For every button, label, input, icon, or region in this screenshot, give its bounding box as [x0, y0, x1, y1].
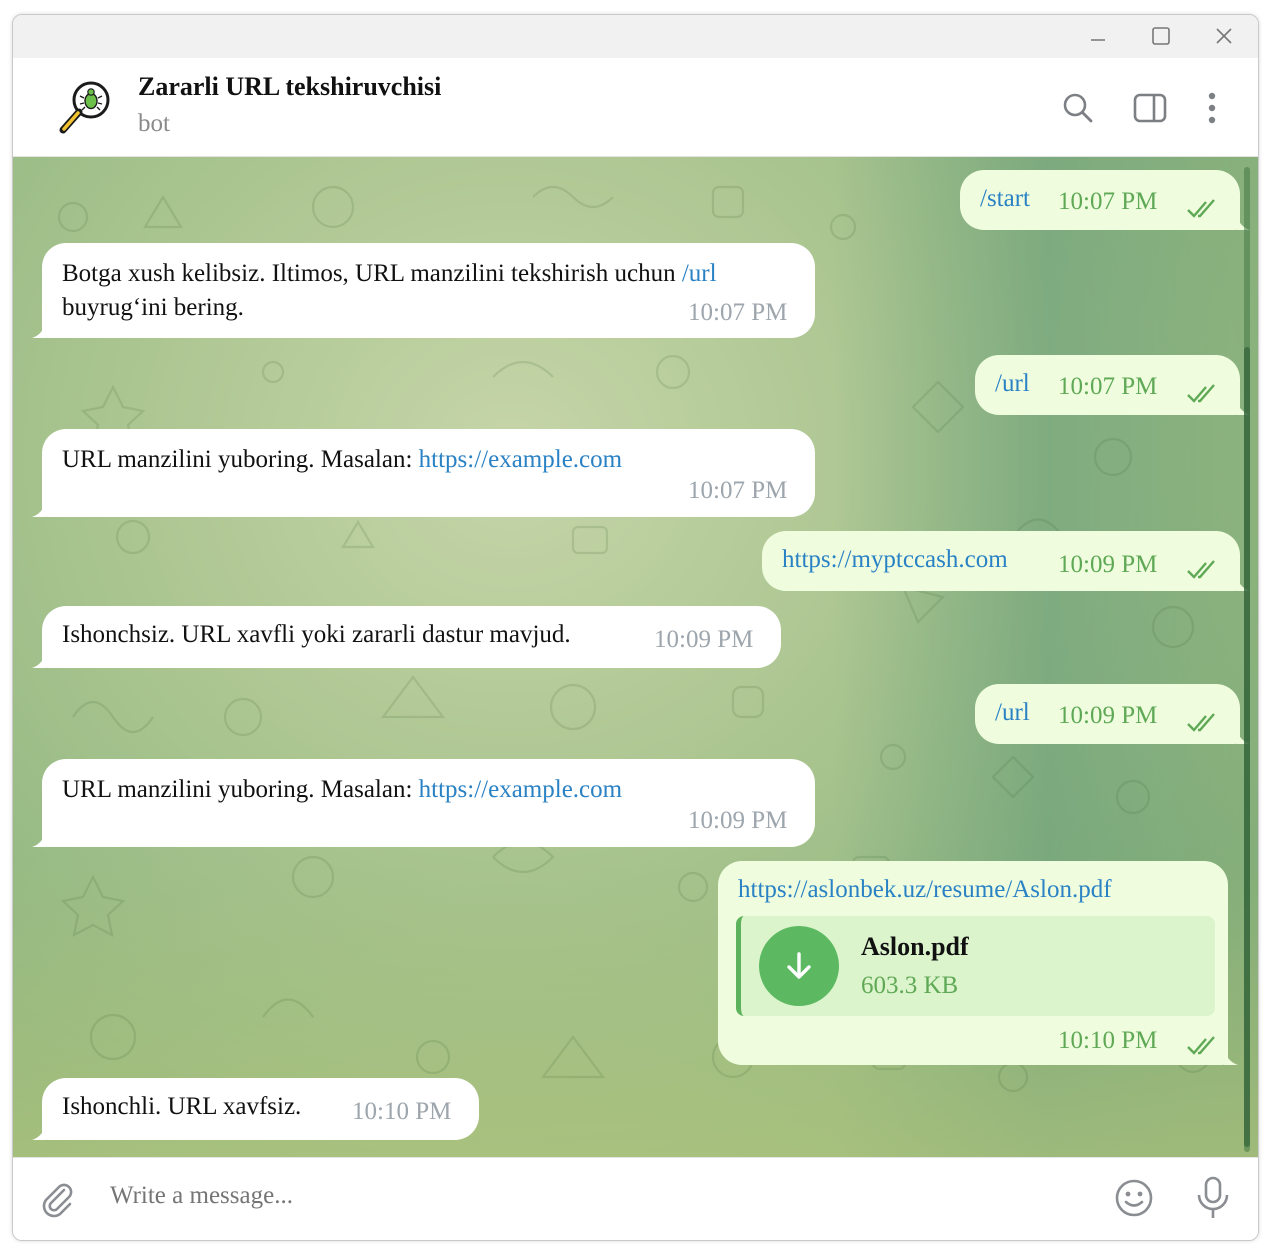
magnifier-bug-icon[interactable]: [57, 78, 117, 138]
message-time: 10:07 PM: [1058, 373, 1158, 400]
download-arrow-icon: [787, 952, 811, 979]
attach-button[interactable]: [35, 1176, 79, 1220]
file-attachment[interactable]: Aslon.pdf 603.3 KB: [736, 916, 1215, 1016]
message-text-part: buyrug‘ini bering.: [62, 294, 244, 321]
message-incoming[interactable]: URL manzilini yuboring. Masalan: https:/…: [32, 759, 815, 847]
search-icon: [1063, 93, 1093, 123]
message-time: 10:07 PM: [688, 299, 788, 326]
message-link[interactable]: https://example.com: [419, 446, 622, 473]
message-outgoing-file[interactable]: https://aslonbek.uz/resume/Aslon.pdf Asl…: [718, 861, 1238, 1065]
telegram-window: Zararli URL tekshiruvchisi bot /start 10…: [12, 14, 1259, 1241]
title-bar: [13, 15, 1258, 58]
read-checkmarks-icon: [1187, 199, 1215, 218]
emoji-button[interactable]: [1112, 1176, 1156, 1220]
read-checkmarks-icon: [1187, 713, 1215, 732]
message-time: 10:07 PM: [1058, 188, 1158, 215]
paperclip-icon: [42, 1183, 73, 1218]
message-text-part: URL manzilini yuboring. Masalan:: [62, 776, 419, 803]
message-text[interactable]: /url: [995, 367, 1030, 401]
message-composer: [13, 1157, 1258, 1240]
message-link[interactable]: https://myptccash.com: [782, 543, 1008, 577]
message-link[interactable]: https://example.com: [419, 776, 622, 803]
message-time: 10:07 PM: [688, 477, 788, 504]
sidebar-toggle-button[interactable]: [1130, 88, 1170, 128]
minimize-button[interactable]: [1083, 21, 1113, 51]
message-command-link[interactable]: /url: [682, 260, 717, 287]
emoji-icon: [1115, 1179, 1153, 1217]
microphone-icon: [1197, 1176, 1229, 1218]
message-incoming[interactable]: Ishonchli. URL xavfsiz. 10:10 PM: [32, 1078, 479, 1140]
download-button[interactable]: [759, 926, 839, 1006]
message-outgoing[interactable]: /start 10:07 PM: [960, 170, 1250, 230]
bubble-tail: [32, 320, 46, 338]
read-checkmarks-icon: [1187, 560, 1215, 579]
maximize-icon: [1152, 27, 1170, 45]
bubble-tail: [1224, 1047, 1238, 1065]
message-time: 10:09 PM: [654, 626, 754, 653]
message-time: 10:10 PM: [1058, 1027, 1158, 1054]
chat-header: Zararli URL tekshiruvchisi bot: [13, 58, 1258, 157]
message-outgoing[interactable]: /url 10:09 PM: [975, 684, 1250, 744]
scrollbar-thumb[interactable]: [1244, 347, 1250, 1147]
message-text: URL manzilini yuboring. Masalan: https:/…: [62, 773, 622, 807]
chat-history[interactable]: /start 10:07 PM Botga xush kelibsiz. Ilt…: [13, 157, 1258, 1157]
message-text-part: Botga xush kelibsiz. Iltimos, URL manzil…: [62, 260, 682, 287]
more-vertical-icon: [1208, 92, 1216, 124]
bubble-tail: [32, 499, 46, 517]
message-text: Ishonchsiz. URL xavfli yoki zararli dast…: [62, 621, 571, 648]
close-button[interactable]: [1209, 21, 1239, 51]
message-text[interactable]: /start: [980, 182, 1030, 216]
message-link[interactable]: https://aslonbek.uz/resume/Aslon.pdf: [738, 873, 1112, 907]
voice-message-button[interactable]: [1191, 1176, 1235, 1220]
message-time: 10:09 PM: [1058, 551, 1158, 578]
minimize-icon: [1091, 39, 1105, 41]
read-checkmarks-icon: [1187, 1036, 1215, 1055]
message-time: 10:09 PM: [688, 807, 788, 834]
message-time: 10:09 PM: [1058, 702, 1158, 729]
maximize-button[interactable]: [1146, 21, 1176, 51]
close-icon: [1216, 28, 1232, 44]
chat-title[interactable]: Zararli URL tekshiruvchisi: [138, 72, 441, 102]
chat-subtitle: bot: [138, 110, 170, 137]
message-outgoing[interactable]: https://myptccash.com 10:09 PM: [762, 531, 1250, 591]
read-checkmarks-icon: [1187, 384, 1215, 403]
message-time: 10:10 PM: [352, 1098, 452, 1125]
message-incoming[interactable]: Botga xush kelibsiz. Iltimos, URL manzil…: [32, 243, 815, 338]
sidebar-toggle-icon: [1133, 93, 1167, 123]
message-incoming[interactable]: Ishonchsiz. URL xavfli yoki zararli dast…: [32, 606, 781, 668]
message-incoming[interactable]: URL manzilini yuboring. Masalan: https:/…: [32, 429, 815, 517]
bubble-tail: [32, 650, 46, 668]
message-text: URL manzilini yuboring. Masalan: https:/…: [62, 443, 622, 477]
file-name: Aslon.pdf: [861, 932, 969, 961]
message-input[interactable]: [110, 1182, 1010, 1210]
message-text: Ishonchli. URL xavfsiz.: [62, 1093, 302, 1120]
file-size: 603.3 KB: [861, 972, 959, 999]
search-button[interactable]: [1058, 88, 1098, 128]
message-text[interactable]: /url: [995, 696, 1030, 730]
bubble-tail: [32, 1122, 46, 1140]
message-text-part: URL manzilini yuboring. Masalan:: [62, 446, 419, 473]
bubble-tail: [32, 829, 46, 847]
more-menu-button[interactable]: [1192, 88, 1232, 128]
message-outgoing[interactable]: /url 10:07 PM: [975, 355, 1250, 415]
